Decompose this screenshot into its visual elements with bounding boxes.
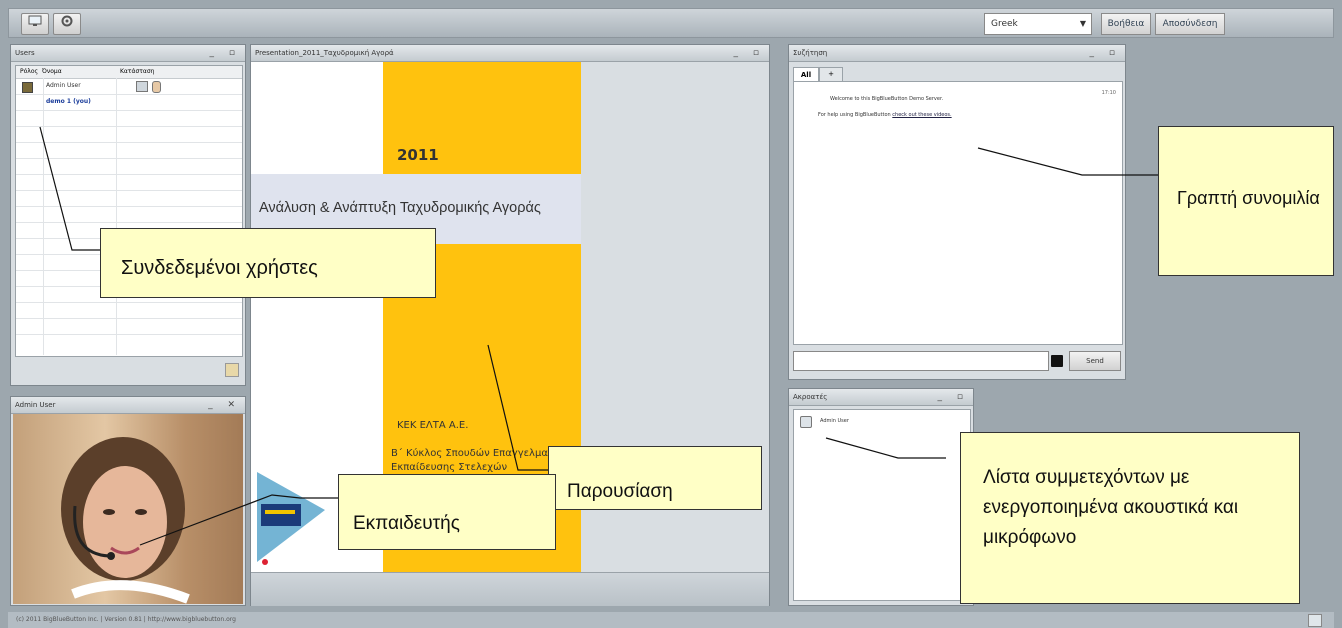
footer-bar: (c) 2011 BigBlueButton Inc. | Version 0.… xyxy=(8,612,1334,628)
callout-listeners: Λίστα συμμετεχόντων με ενεργοποιημένα ακ… xyxy=(960,432,1300,604)
callout-trainer: Εκπαιδευτής xyxy=(338,474,556,550)
callout-users: Συνδεδεμένοι χρήστες xyxy=(100,228,436,298)
footer-text: (c) 2011 BigBlueButton Inc. | Version 0.… xyxy=(16,616,236,623)
callout-chat: Γραπτή συνομιλία xyxy=(1158,126,1334,276)
callout-presentation: Παρουσίαση xyxy=(548,446,762,510)
fullscreen-icon[interactable] xyxy=(1308,614,1322,627)
